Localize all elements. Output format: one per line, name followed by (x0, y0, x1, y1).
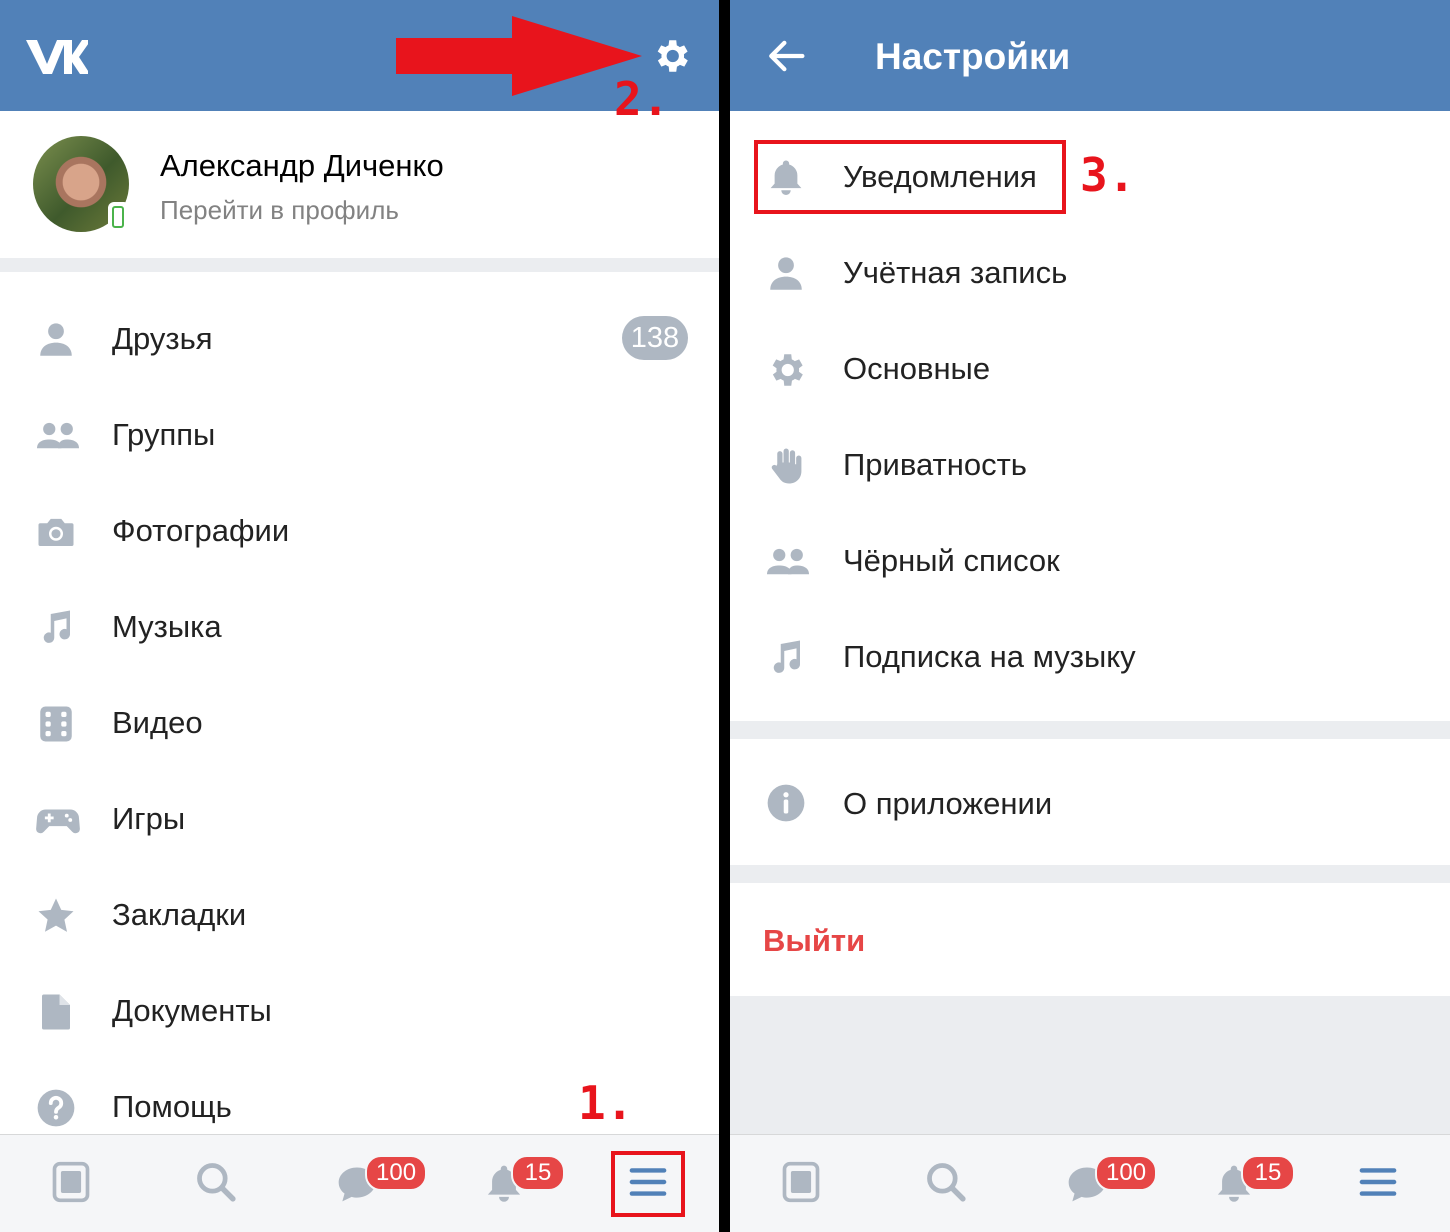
search-icon[interactable] (194, 1160, 238, 1204)
menu-item-label: Друзья (112, 321, 213, 356)
menu-item-video[interactable]: Видео (0, 675, 719, 771)
star-icon (38, 898, 74, 932)
menu-item-label: Видео (112, 705, 203, 740)
settings-item-label: Основные (843, 351, 991, 386)
menu-item-label: Фотографии (112, 513, 290, 548)
menu-item-documents[interactable]: Документы (0, 963, 719, 1059)
document-icon (42, 994, 70, 1030)
info-icon (767, 784, 805, 822)
left-screen-main-menu: Александр Диченко Перейти в профиль Друз… (0, 0, 719, 1232)
menu-item-label: Закладки (112, 897, 247, 932)
menu-item-label: Документы (112, 993, 272, 1028)
person-icon (40, 323, 72, 356)
search-icon[interactable] (924, 1160, 968, 1204)
person-icon (770, 257, 802, 290)
help-icon (37, 1089, 75, 1127)
online-mobile-icon (108, 202, 130, 234)
menu-item-bookmarks[interactable]: Закладки (0, 867, 719, 963)
messages-badge: 100 (365, 1155, 428, 1191)
notifications-badge: 15 (511, 1155, 565, 1191)
friends-count-badge: 138 (622, 316, 688, 360)
settings-item-label: Чёрный список (843, 543, 1060, 578)
menu-item-photos[interactable]: Фотографии (0, 483, 719, 579)
settings-item-general[interactable]: Основные (730, 321, 1450, 417)
page-title: Настройки (875, 36, 1071, 77)
music-note-icon (43, 610, 71, 643)
section-divider (0, 258, 719, 272)
settings-item-label: Приватность (843, 447, 1027, 482)
annotation-step-3: 3. (1080, 148, 1136, 202)
back-arrow-icon[interactable] (766, 38, 806, 74)
menu-hamburger-icon[interactable] (1356, 1160, 1400, 1204)
settings-item-about[interactable]: О приложении (730, 739, 1450, 865)
settings-item-privacy[interactable]: Приватность (730, 417, 1450, 513)
annotation-step-1: 1. (578, 1076, 634, 1130)
annotation-arrow-icon (396, 16, 642, 96)
news-feed-icon[interactable] (779, 1160, 823, 1204)
menu-item-games[interactable]: Игры (0, 771, 719, 867)
settings-item-account[interactable]: Учётная запись (730, 225, 1450, 321)
annotation-highlight-menu (611, 1151, 685, 1217)
menu-item-groups[interactable]: Группы (0, 387, 719, 483)
settings-item-blacklist[interactable]: Чёрный список (730, 513, 1450, 609)
gear-icon (772, 354, 803, 386)
logout-button[interactable]: Выйти (763, 923, 865, 959)
settings-gear-icon[interactable] (650, 35, 692, 77)
menu-item-friends[interactable]: Друзья (0, 291, 719, 387)
camera-icon (38, 518, 74, 546)
menu-item-label: Игры (112, 801, 186, 836)
news-feed-icon[interactable] (49, 1160, 93, 1204)
settings-item-label: Учётная запись (843, 255, 1068, 290)
annotation-step-2: 2. (614, 72, 670, 126)
settings-item-label: О приложении (843, 786, 1053, 821)
people-icon (767, 548, 809, 575)
film-icon (40, 706, 72, 742)
annotation-highlight-notifications (754, 140, 1066, 214)
messages-badge: 100 (1095, 1155, 1158, 1191)
profile-link[interactable]: Перейти в профиль (160, 195, 399, 226)
menu-item-label: Помощь (112, 1089, 232, 1124)
profile-name: Александр Диченко (160, 148, 444, 183)
settings-item-label: Подписка на музыку (843, 639, 1136, 674)
people-icon (37, 422, 79, 449)
settings-item-music-subscription[interactable]: Подписка на музыку (730, 609, 1450, 705)
vk-logo-icon[interactable] (24, 38, 88, 76)
menu-item-label: Группы (112, 417, 216, 452)
top-bar: Настройки (730, 0, 1450, 111)
menu-item-music[interactable]: Музыка (0, 579, 719, 675)
gamepad-icon (36, 809, 80, 834)
music-note-icon (773, 640, 801, 673)
logout-row: Выйти (730, 883, 1450, 996)
menu-item-label: Музыка (112, 609, 222, 644)
hand-icon (771, 448, 802, 484)
notifications-badge: 15 (1241, 1155, 1295, 1191)
